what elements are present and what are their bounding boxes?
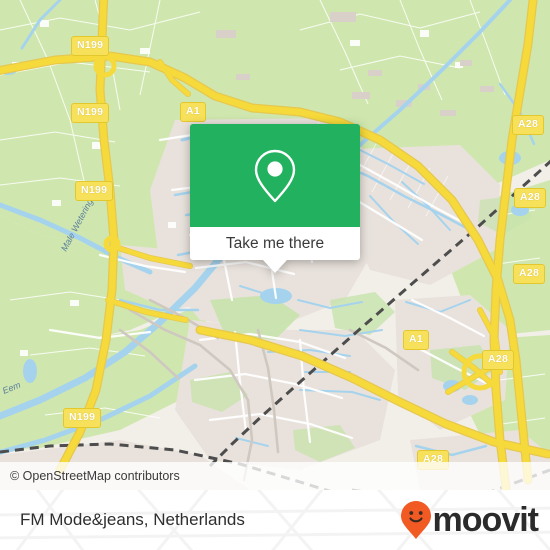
- place-title: FM Mode&jeans, Netherlands: [20, 510, 245, 529]
- road-shield-n199: N199: [75, 181, 114, 201]
- road-shield-a28: A28: [514, 188, 547, 208]
- road-shield-n199: N199: [71, 36, 110, 56]
- moovit-wordmark: moovit: [432, 501, 539, 539]
- popup-footer[interactable]: Take me there: [190, 227, 360, 260]
- road-shield-a1: A1: [403, 330, 430, 350]
- popup-header: [190, 124, 360, 227]
- footer-bar: FM Mode&jeans, Netherlands moovit: [0, 490, 550, 550]
- take-me-there-label: Take me there: [225, 234, 325, 252]
- road-shield-a28: A28: [513, 264, 546, 284]
- map-screenshot-page: Male Wetering Eem N199 N199 A1 A28 A28 N199 A2…: [0, 0, 550, 550]
- attribution-text[interactable]: © OpenStreetMap contributors: [0, 469, 180, 483]
- moovit-logo[interactable]: moovit: [400, 500, 550, 540]
- moovit-smiley-pin-icon: [400, 501, 431, 539]
- road-shield-a28: A28: [512, 115, 545, 135]
- road-shield-a28: A28: [482, 350, 515, 370]
- location-popup-card[interactable]: Take me there: [190, 124, 360, 273]
- map-canvas[interactable]: Male Wetering Eem N199 N199 A1 A28 A28 N199 A2…: [0, 0, 550, 490]
- road-shield-n199: N199: [71, 103, 110, 123]
- road-shield-n199: N199: [63, 408, 102, 428]
- popup-tail-pointer: [263, 260, 287, 273]
- map-attribution-bar: © OpenStreetMap contributors: [0, 462, 550, 490]
- road-shield-a1: A1: [180, 102, 207, 122]
- map-pin-icon: [254, 149, 296, 202]
